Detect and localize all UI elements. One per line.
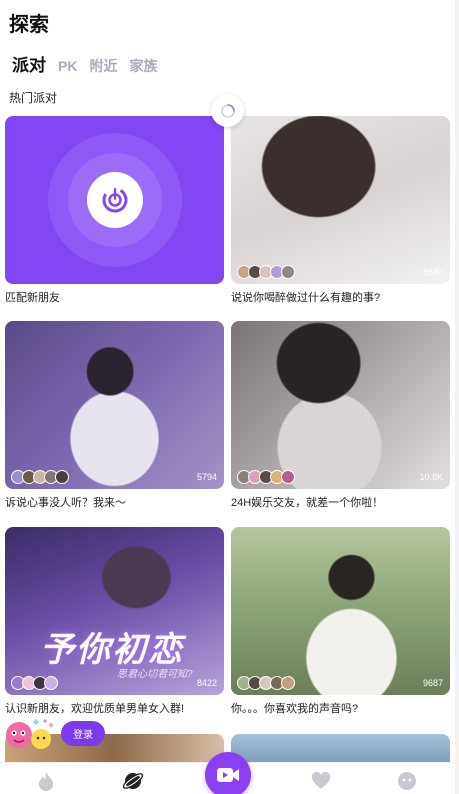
card-caption: 24H娱乐交友，就差一个你啦！ (231, 497, 384, 509)
card-caption: 说说你喝醉做过什么有趣的事? (231, 292, 381, 304)
member-avatars (237, 265, 295, 279)
page-title: 探索 (9, 14, 49, 36)
party-card[interactable]: 10.8K 24H娱乐交友，就差一个你啦！ (231, 321, 450, 510)
party-card[interactable]: 予你初恋 思君心切君可知? 8422 认识新朋友，欢迎优质单男单女入群! (5, 527, 224, 716)
refresh-button[interactable] (211, 94, 244, 127)
nav-flame[interactable] (34, 769, 58, 793)
match-icon (102, 187, 127, 213)
party-thumb: 9687 (231, 527, 450, 695)
mascot-icon (3, 713, 59, 753)
listener-count: 8640 (422, 267, 443, 277)
tab-pk[interactable]: PK (58, 58, 77, 74)
party-photo (231, 116, 450, 284)
login-chip: 登录 (3, 713, 105, 753)
avatar (281, 265, 295, 279)
card-caption: 匹配新朋友 (5, 292, 60, 304)
nav-heart[interactable] (309, 769, 333, 793)
party-photo (231, 527, 450, 695)
promo-subtitle: 思君心切君可知? (117, 669, 193, 680)
card-caption: 诉说心事没人听？我来～ (5, 497, 126, 509)
heart-icon (311, 772, 331, 789)
avatar (281, 470, 295, 484)
party-card-partial[interactable] (231, 734, 450, 764)
party-card[interactable]: 9687 你。。。你喜欢我的声音吗? (231, 527, 450, 716)
member-avatars (237, 470, 295, 484)
scrollbar[interactable] (455, 0, 459, 794)
tab-nearby[interactable]: 附近 (89, 56, 117, 76)
party-thumb: 10.8K (231, 321, 450, 489)
member-avatars (11, 470, 69, 484)
category-tabs: 派对 PK 附近 家族 (12, 51, 157, 76)
listener-count: 10.8K (419, 472, 443, 482)
party-card[interactable]: 5794 诉说心事没人听？我来～ (5, 321, 224, 510)
face-icon (398, 772, 416, 790)
promo-title: 予你初恋 (40, 631, 184, 669)
card-caption: 你。。。你喜欢我的声音吗? (231, 703, 359, 715)
match-thumb (5, 116, 224, 284)
nav-explore[interactable] (121, 769, 145, 793)
listener-count: 9687 (422, 678, 443, 688)
avatar (281, 676, 295, 690)
party-card[interactable]: 8640 说说你喝醉做过什么有趣的事? (231, 116, 450, 305)
listener-count: 5794 (196, 472, 217, 482)
login-button[interactable]: 登录 (61, 720, 105, 746)
party-thumb: 予你初恋 思君心切君可知? 8422 (5, 527, 224, 695)
party-photo (5, 321, 224, 489)
section-title: 热门派对 (9, 91, 58, 105)
planet-icon (122, 773, 144, 789)
member-avatars (237, 676, 295, 690)
flame-icon (39, 772, 53, 791)
video-icon (217, 768, 239, 782)
member-avatars (11, 676, 58, 690)
listener-count: 8422 (196, 678, 217, 688)
party-thumb: 8640 (231, 116, 450, 284)
avatar (44, 676, 58, 690)
live-video-button[interactable] (205, 752, 251, 794)
avatar (55, 470, 69, 484)
nav-profile[interactable] (395, 769, 419, 793)
tab-party[interactable]: 派对 (12, 51, 46, 76)
tab-family[interactable]: 家族 (129, 56, 157, 76)
party-thumb: 5794 (5, 321, 224, 489)
match-card[interactable]: 匹配新朋友 (5, 116, 224, 305)
loading-spinner-icon (220, 103, 235, 118)
party-photo (231, 321, 450, 489)
